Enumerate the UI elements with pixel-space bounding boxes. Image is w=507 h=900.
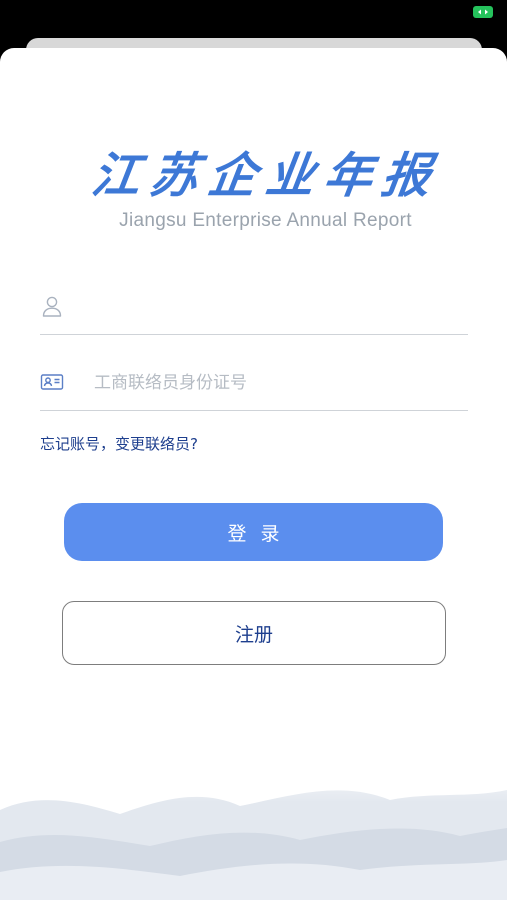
id-number-field [40,354,468,411]
login-card: 江苏企业年报 Jiangsu Enterprise Annual Report … [0,48,507,900]
account-input[interactable] [92,290,466,324]
app-title-en: Jiangsu Enterprise Annual Report [119,210,412,231]
register-button[interactable]: 注册 [62,601,446,665]
app-title-cn: 江苏企业年报 [88,148,445,204]
app-logo: 江苏企业年报 Jiangsu Enterprise Annual Report [0,136,507,232]
account-field [40,278,468,335]
mountain-background-image [0,750,507,900]
status-indicator-icon [473,6,493,18]
user-icon [40,294,64,318]
login-button[interactable]: 登录 [64,503,443,561]
forgot-account-link[interactable]: 忘记账号，变更联络员? [40,433,198,454]
id-card-icon [40,370,64,394]
id-number-input[interactable] [92,366,466,400]
